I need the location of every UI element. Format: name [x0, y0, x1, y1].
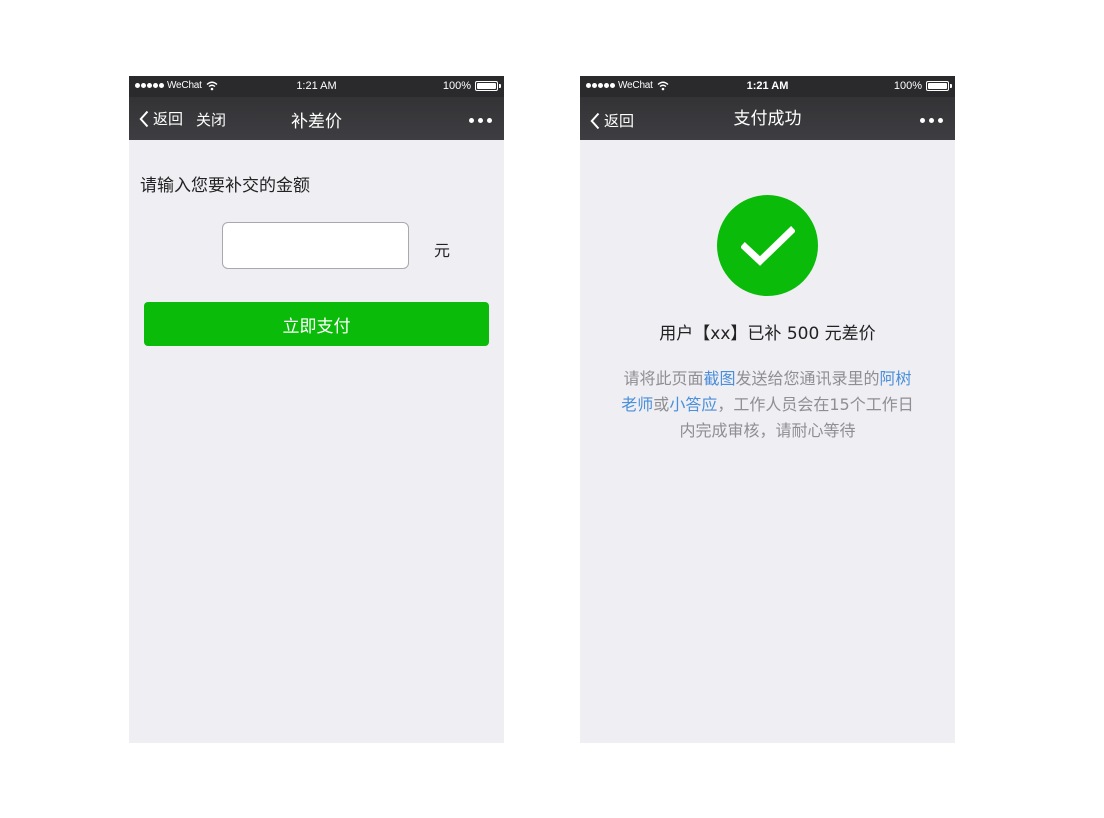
status-bar: WeChat 1:21 AM 100% — [129, 76, 504, 97]
status-bar: WeChat 1:21 AM 100% — [580, 76, 955, 97]
amount-input[interactable] — [222, 222, 409, 269]
battery-icon — [926, 81, 952, 91]
success-message: 用户【xx】已补 500 元差价 — [659, 324, 876, 344]
screenshot-link[interactable]: 截图 — [703, 369, 735, 388]
battery-percent: 100% — [442, 80, 471, 92]
battery-status: 100% — [442, 80, 501, 92]
instructions-part: 请将此页面 — [623, 369, 704, 388]
more-dots-icon[interactable] — [920, 118, 943, 123]
nav-bar: 返回 关闭 补差价 — [129, 97, 504, 140]
page-title: 支付成功 — [733, 109, 802, 129]
battery-icon — [475, 81, 501, 91]
payment-screen: WeChat 1:21 AM 100% 返回 关闭 补差价 请输入您要补交的金额… — [129, 76, 504, 743]
pay-now-button[interactable]: 立即支付 — [144, 302, 489, 346]
battery-percent: 100% — [893, 80, 922, 92]
checkmark-icon — [740, 225, 795, 266]
success-badge — [717, 195, 818, 296]
more-dots-icon[interactable] — [469, 118, 492, 123]
page-title: 补差价 — [291, 112, 342, 132]
instructions-part: 发送给您通讯录里的 — [735, 369, 880, 388]
battery-status: 100% — [893, 80, 952, 92]
payment-success-screen: WeChat 1:21 AM 100% 返回 支付成功 用户【xx】已补 500… — [580, 76, 955, 743]
currency-unit: 元 — [434, 241, 451, 260]
amount-prompt: 请输入您要补交的金额 — [140, 176, 310, 196]
instructions-text: 请将此页面截图发送给您通讯录里的阿树老师或小答应，工作人员会在15个工作日内完成… — [620, 366, 915, 444]
contact-link-xiaodaying[interactable]: 小答应 — [669, 395, 717, 414]
instructions-part: 或 — [653, 395, 670, 414]
nav-bar: 返回 支付成功 — [580, 97, 955, 140]
